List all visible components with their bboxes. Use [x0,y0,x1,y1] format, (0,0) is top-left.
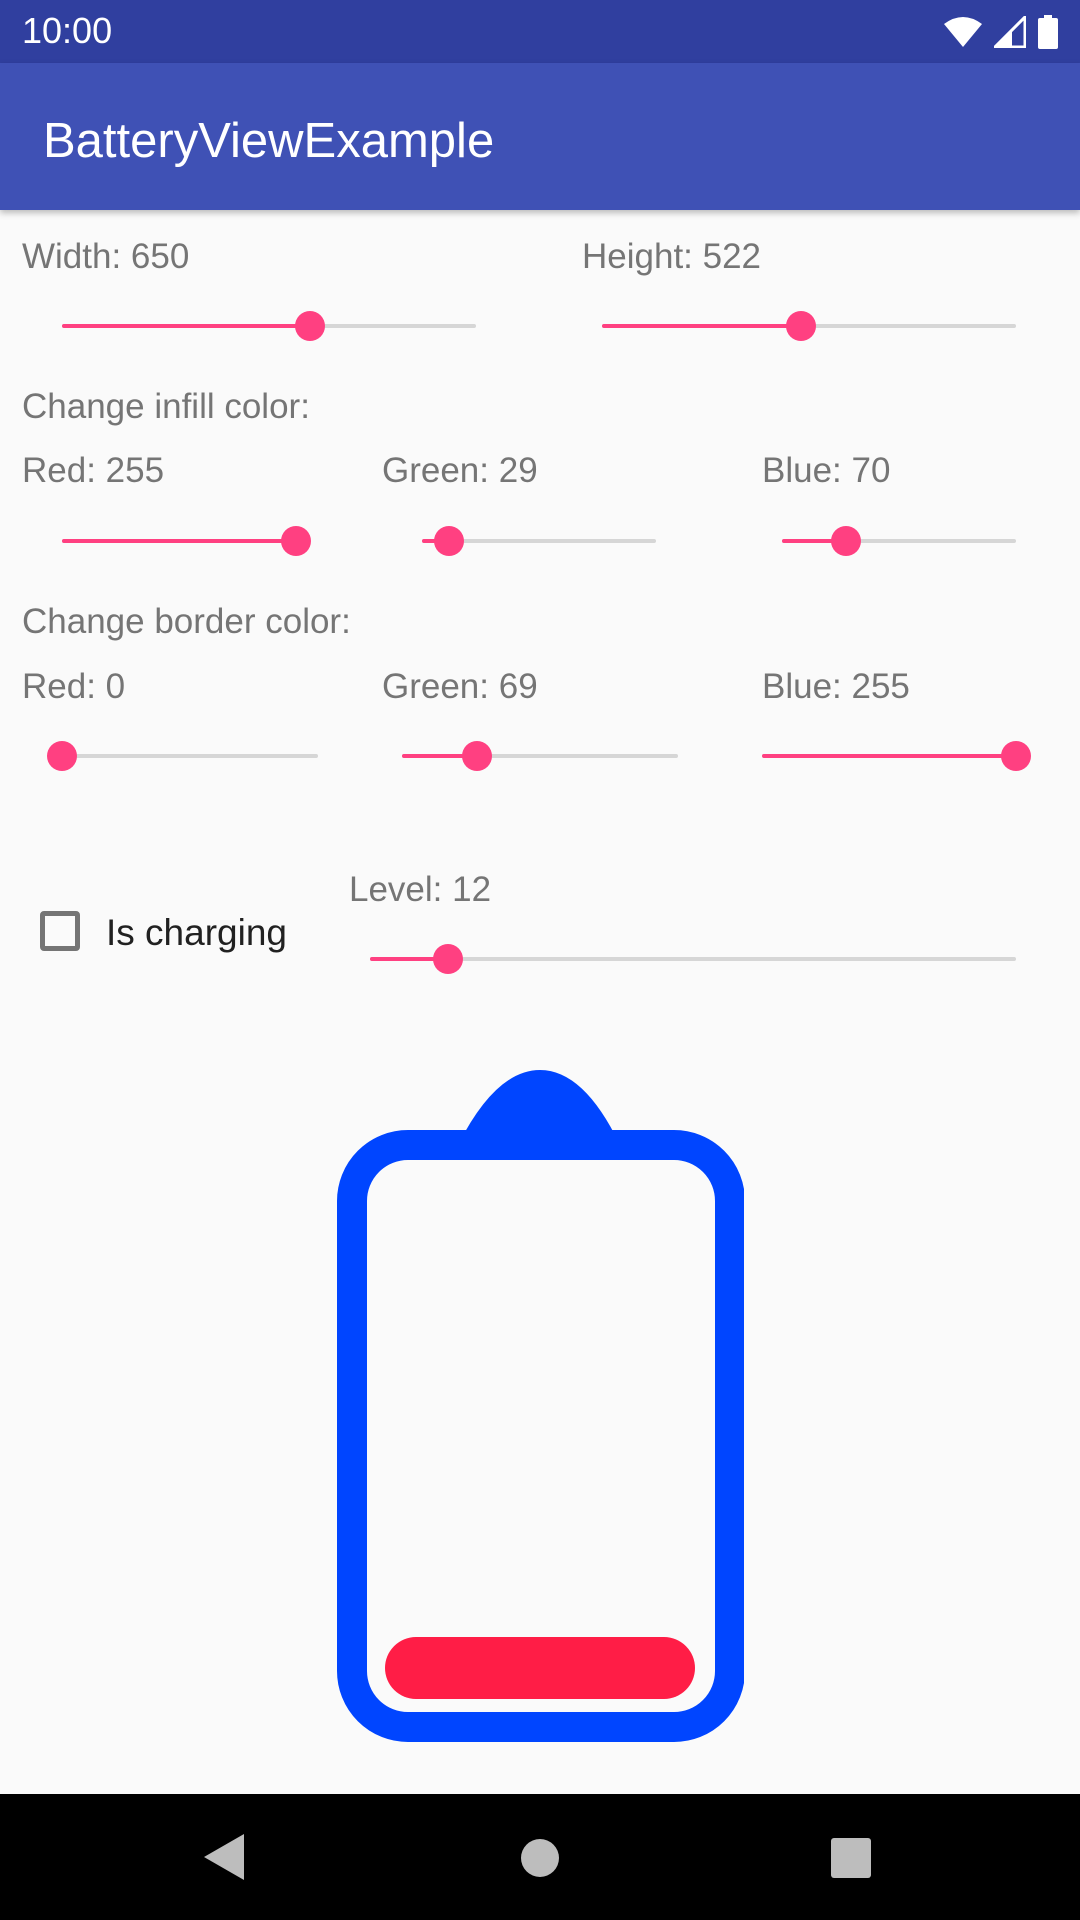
border-blue-slider[interactable] [762,736,1031,776]
recents-icon[interactable] [831,1838,871,1878]
infill-green-label: Green: 29 [382,451,538,490]
slider-fill [762,754,1016,758]
width-slider[interactable] [62,306,476,346]
battery-view [337,1070,744,1742]
charging-checkbox[interactable] [40,911,80,951]
back-icon[interactable] [204,1834,244,1880]
slider-fill [602,324,801,328]
border-green-label: Green: 69 [382,667,538,706]
status-icons [944,14,1058,50]
status-time: 10:00 [22,10,113,51]
infill-blue-slider[interactable] [782,521,1016,561]
border-red-slider[interactable] [47,736,318,776]
level-slider[interactable] [370,939,1016,979]
border-red-label: Red: 0 [22,667,126,706]
charging-label[interactable]: Is charging [106,912,287,954]
app-title: BatteryViewExample [43,114,495,168]
level-label: Level: 12 [349,870,492,909]
slider-thumb [461,741,492,771]
battery-level-fill [385,1637,695,1699]
infill-red-slider[interactable] [62,521,311,561]
border-blue-label: Blue: 255 [762,667,910,706]
slider-thumb [295,311,326,341]
width-label: Width: 650 [22,237,190,276]
app-bar: BatteryViewExample [0,63,1080,210]
slider-thumb [47,741,77,771]
navigation-bar [0,1794,1080,1920]
infill-red-label: Red: 255 [22,451,165,490]
slider-thumb [432,944,463,974]
slider-thumb [785,311,816,341]
wifi-icon [944,17,982,47]
border-green-slider[interactable] [402,736,678,776]
infill-heading: Change infill color: [22,387,310,426]
status-bar: 10:00 [0,0,1080,63]
slider-fill [62,324,311,328]
signal-icon [994,16,1026,48]
infill-blue-label: Blue: 70 [762,451,891,490]
slider-thumb [1001,741,1031,771]
slider-thumb [281,526,311,556]
height-slider[interactable] [602,306,1016,346]
border-heading: Change border color: [22,602,351,641]
battery-icon [1038,15,1058,49]
slider-thumb [433,526,464,556]
slider-fill [62,539,296,543]
height-label: Height: 522 [582,237,762,276]
home-icon[interactable] [520,1838,560,1878]
slider-thumb [831,526,862,556]
infill-green-slider[interactable] [422,521,656,561]
